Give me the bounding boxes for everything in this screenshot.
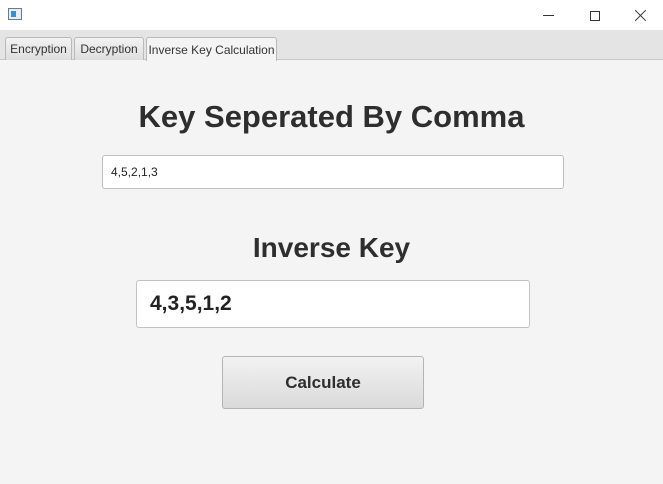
maximize-button[interactable] [572,0,618,31]
tab-decryption[interactable]: Decryption [74,37,144,60]
app-icon [8,8,22,20]
title-bar [0,0,663,31]
key-heading: Key Seperated By Comma [138,99,525,134]
key-input[interactable] [102,155,564,189]
minimize-icon [542,15,554,16]
calculate-button-label: Calculate [285,372,361,392]
calculate-button[interactable]: Calculate [222,356,424,409]
close-button[interactable] [617,0,663,31]
minimize-button[interactable] [525,0,571,31]
tab-inverse-key-calculation[interactable]: Inverse Key Calculation [146,37,277,61]
inverse-key-heading: Inverse Key [252,232,411,263]
tab-bar: Encryption Decryption Inverse Key Calcul… [0,31,663,61]
inverse-key-value: 4,3,5,1,2 [150,292,232,315]
close-icon [634,9,647,22]
inverse-key-output[interactable]: 4,3,5,1,2 [136,280,530,328]
tab-encryption[interactable]: Encryption [5,37,72,60]
maximize-icon [590,10,600,21]
